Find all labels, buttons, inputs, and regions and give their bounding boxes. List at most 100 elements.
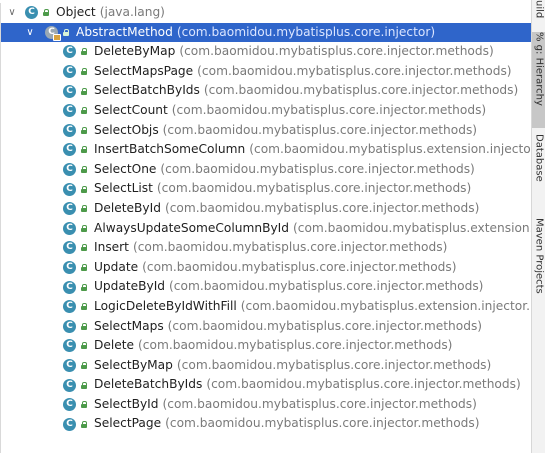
tree-node: C SelectMapsPage (com.baomidou.mybatisplus… xyxy=(63,62,512,82)
tree-row-object[interactable]: ∨ C Object (java.lang) xyxy=(1,3,533,23)
tree-row-subclass[interactable]: C DeleteById (com.baomidou.mybatisplus.cor… xyxy=(1,199,533,219)
tree-row-subclass[interactable]: C SelectOne (com.baomidou.mybatisplus.core… xyxy=(1,160,533,180)
public-lock-icon xyxy=(63,28,69,36)
class-icon: C xyxy=(63,123,76,137)
tree-node: C DeleteByMap (com.baomidou.mybatisplus.co… xyxy=(63,42,494,62)
tree-node: C Object (java.lang) xyxy=(25,3,165,23)
class-icon: C xyxy=(63,143,76,157)
class-name: DeleteBatchByIds xyxy=(94,377,203,392)
package-name: (com.baomidou.mybatisplus.core.injector.… xyxy=(160,161,475,176)
package-name: (com.baomidou.mybatisplus.core.injector.… xyxy=(197,63,512,78)
tree-row-subclass[interactable]: C SelectMaps (com.baomidou.mybatisplus.cor… xyxy=(1,317,533,337)
tree-row-subclass[interactable]: C SelectByMap (com.baomidou.mybatisplus.co… xyxy=(1,356,533,376)
tree-row-abstractmethod[interactable]: ∨ C AbstractMethod (com.baomidou.mybatis… xyxy=(1,22,533,43)
package-name: (com.baomidou.mybatisplus.core.injector.… xyxy=(162,396,477,411)
side-tab-label: Database xyxy=(533,134,545,182)
public-lock-icon xyxy=(81,244,87,252)
tree-row-subclass[interactable]: C SelectList (com.baomidou.mybatisplus.cor… xyxy=(1,179,533,199)
class-icon: C xyxy=(63,241,76,255)
class-name: SelectCount xyxy=(94,102,168,117)
public-lock-icon xyxy=(81,107,87,115)
public-lock-icon xyxy=(81,283,87,291)
class-name: SelectList xyxy=(94,181,153,196)
side-tab-maven-projects[interactable]: Maven Projects xyxy=(532,218,545,318)
package-name: (com.baomidou.mybatisplus.core.injector.… xyxy=(171,102,487,117)
class-icon: C xyxy=(63,358,76,372)
tree-node: C Delete (com.baomidou.mybatisplus.core.in… xyxy=(63,336,452,356)
public-lock-icon xyxy=(81,401,87,409)
class-name: UpdateById xyxy=(94,279,166,294)
package-name: (com.baomidou.mybatisplus.extension.inje… xyxy=(240,298,533,313)
public-lock-icon xyxy=(81,87,87,95)
expand-arrow-icon[interactable]: ∨ xyxy=(23,23,37,43)
public-lock-icon xyxy=(81,166,87,174)
public-lock-icon xyxy=(81,361,87,369)
package-name: (com.baomidou.mybatisplus.core.injector.… xyxy=(165,416,480,431)
class-name: AlwaysUpdateSomeColumnById xyxy=(94,220,289,235)
side-tab-hierarchy[interactable]: % g: Hierarchy xyxy=(532,32,545,128)
package-name: (com.baomidou.mybatisplus.extension.inje… xyxy=(293,220,533,235)
class-icon: C xyxy=(63,182,76,196)
tree-node: C Insert (com.baomidou.mybatisplus.core.in… xyxy=(63,238,447,258)
public-lock-icon xyxy=(43,9,49,17)
tree-node: C DeleteById (com.baomidou.mybatisplus.cor… xyxy=(63,199,479,219)
tree-node: C SelectById (com.baomidou.mybatisplus.cor… xyxy=(63,395,477,415)
class-icon-letter: C xyxy=(66,399,73,410)
tree-row-subclass[interactable]: C SelectCount (com.baomidou.mybatisplus.co… xyxy=(1,101,533,121)
tree-row-subclass[interactable]: C DeleteBatchByIds (com.baomidou.mybatispl… xyxy=(1,375,533,395)
public-lock-icon xyxy=(81,48,87,56)
tree-node: C LogicDeleteByIdWithFill (com.baomidou.my… xyxy=(63,297,533,317)
tree-row-subclass[interactable]: C SelectBatchByIds (com.baomidou.mybatispl… xyxy=(1,81,533,101)
class-icon: C xyxy=(63,221,76,235)
class-icon-letter: C xyxy=(66,262,73,273)
class-name: SelectOne xyxy=(94,161,157,176)
side-tab-database[interactable]: Database xyxy=(532,134,545,216)
package-name: (com.baomidou.mybatisplus.core.injector.… xyxy=(169,279,484,294)
package-name: (com.baomidou.mybatisplus.core.injector.… xyxy=(206,377,521,392)
tree-row-subclass[interactable]: C InsertBatchSomeColumn (com.baomidou.myba… xyxy=(1,140,533,160)
tree-row-subclass[interactable]: C SelectPage (com.baomidou.mybatisplus.cor… xyxy=(1,414,533,434)
class-name: SelectBatchByIds xyxy=(94,83,200,98)
class-icon-letter: C xyxy=(66,281,73,292)
side-tab-build[interactable]: uild xyxy=(532,0,545,30)
package-name: (com.baomidou.mybatisplus.core.injector.… xyxy=(156,181,472,196)
tree-row-subclass[interactable]: C Update (com.baomidou.mybatisplus.core.in… xyxy=(1,258,533,278)
class-icon: C xyxy=(63,280,76,294)
tree-node: C AlwaysUpdateSomeColumnById (com.baomidou… xyxy=(63,219,533,239)
package-name: (java.lang) xyxy=(99,5,165,19)
class-icon-letter: C xyxy=(66,222,73,233)
side-tab-label: % g: Hierarchy xyxy=(533,32,545,106)
tree-node: C SelectBatchByIds (com.baomidou.mybatispl… xyxy=(63,81,518,101)
tree-row-subclass[interactable]: C UpdateById (com.baomidou.mybatisplus.cor… xyxy=(1,277,533,297)
tree-row-subclass[interactable]: C SelectById (com.baomidou.mybatisplus.cor… xyxy=(1,395,533,415)
public-lock-icon xyxy=(81,126,87,134)
expand-arrow-icon[interactable]: ∨ xyxy=(5,3,19,23)
public-lock-icon xyxy=(81,185,87,193)
tree-node: C SelectMaps (com.baomidou.mybatisplus.cor… xyxy=(63,317,482,337)
tree-node: C SelectCount (com.baomidou.mybatisplus.co… xyxy=(63,101,486,121)
tree-row-subclass[interactable]: C AlwaysUpdateSomeColumnById (com.baomidou… xyxy=(1,219,533,239)
class-icon: C xyxy=(63,398,76,412)
tree-row-subclass[interactable]: C Delete (com.baomidou.mybatisplus.core.in… xyxy=(1,336,533,356)
tree-node: C SelectObjs (com.baomidou.mybatisplus.cor… xyxy=(63,121,477,141)
class-name: Object xyxy=(56,5,96,19)
hierarchy-tree[interactable]: ∨ C Object (java.lang) ∨ C AbstractMetho… xyxy=(0,3,533,453)
class-name: Delete xyxy=(94,338,135,353)
class-icon-letter: C xyxy=(66,66,73,77)
class-icon: C xyxy=(25,6,38,20)
class-icon-letter: C xyxy=(66,242,73,253)
tree-row-subclass[interactable]: C Insert (com.baomidou.mybatisplus.core.in… xyxy=(1,238,533,258)
tree-node: C SelectByMap (com.baomidou.mybatisplus.co… xyxy=(63,356,491,376)
class-icon-letter: C xyxy=(28,7,35,18)
tree-row-subclass[interactable]: C LogicDeleteByIdWithFill (com.baomidou.my… xyxy=(1,297,533,317)
tree-row-subclass[interactable]: C DeleteByMap (com.baomidou.mybatisplus.co… xyxy=(1,42,533,62)
class-icon-letter: C xyxy=(66,379,73,390)
public-lock-icon xyxy=(81,420,87,428)
class-name: InsertBatchSomeColumn xyxy=(94,142,246,157)
tree-node: C Update (com.baomidou.mybatisplus.core.in… xyxy=(63,258,457,278)
tree-row-subclass[interactable]: C SelectObjs (com.baomidou.mybatisplus.cor… xyxy=(1,121,533,141)
class-icon: C xyxy=(63,202,76,216)
lock-badge-icon xyxy=(53,33,61,41)
tree-row-subclass[interactable]: C SelectMapsPage (com.baomidou.mybatisplus… xyxy=(1,62,533,82)
class-icon-letter: C xyxy=(66,418,73,429)
